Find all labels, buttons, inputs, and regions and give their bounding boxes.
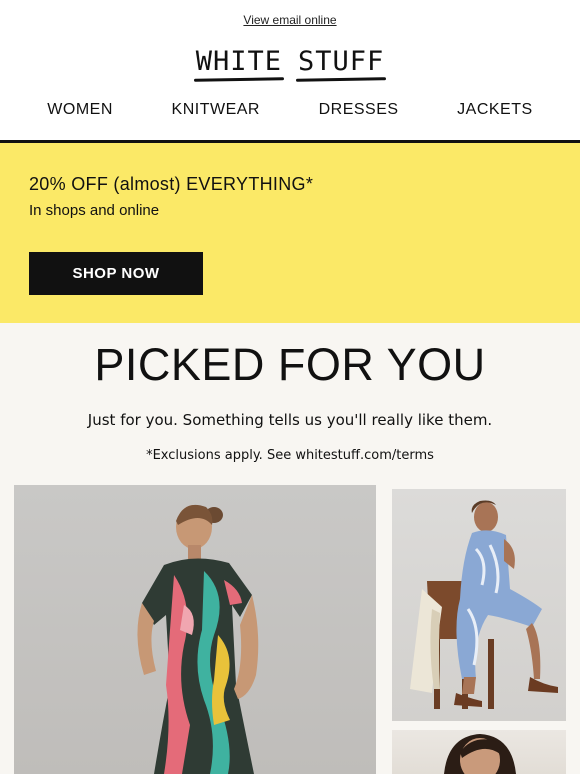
- nav-item-knitwear[interactable]: KNITWEAR: [172, 101, 260, 119]
- logo-word-white: WHITE: [193, 46, 285, 82]
- logo-underline: [193, 77, 285, 82]
- shop-now-button[interactable]: SHOP NOW: [29, 252, 203, 295]
- picked-for-you-section: PICKED FOR YOU Just for you. Something t…: [0, 323, 580, 774]
- view-online-row: View email online: [0, 11, 580, 29]
- brand-logo[interactable]: WHITE STUFF: [0, 46, 580, 82]
- logo-text-stuff: STUFF: [298, 46, 385, 77]
- promo-title: 20% OFF (almost) EVERYTHING*: [29, 174, 314, 194]
- logo-underline: [295, 77, 387, 82]
- nav-item-dresses[interactable]: DRESSES: [319, 101, 399, 119]
- main-nav: WOMEN KNITWEAR DRESSES JACKETS: [0, 101, 580, 119]
- product-image-secondary[interactable]: [392, 489, 566, 721]
- section-subtitle: Just for you. Something tells us you'll …: [87, 411, 493, 429]
- nav-item-women[interactable]: WOMEN: [47, 101, 113, 119]
- model-illustration-main: [137, 504, 259, 774]
- nav-item-jackets[interactable]: JACKETS: [457, 101, 533, 119]
- logo-word-stuff: STUFF: [295, 46, 387, 82]
- model-illustration-seated: [410, 500, 558, 709]
- promo-subtitle: In shops and online: [29, 202, 160, 219]
- section-title: PICKED FOR YOU: [94, 339, 486, 390]
- promo-banner: 20% OFF (almost) EVERYTHING* In shops an…: [0, 143, 580, 323]
- model-illustration-portrait: [444, 734, 516, 774]
- product-image-tertiary[interactable]: [392, 730, 566, 774]
- exclusions-note: *Exclusions apply. See whitestuff.com/te…: [146, 448, 434, 463]
- view-email-online-link[interactable]: View email online: [243, 13, 336, 27]
- product-image-main[interactable]: [14, 485, 376, 774]
- logo-text-white: WHITE: [195, 46, 282, 77]
